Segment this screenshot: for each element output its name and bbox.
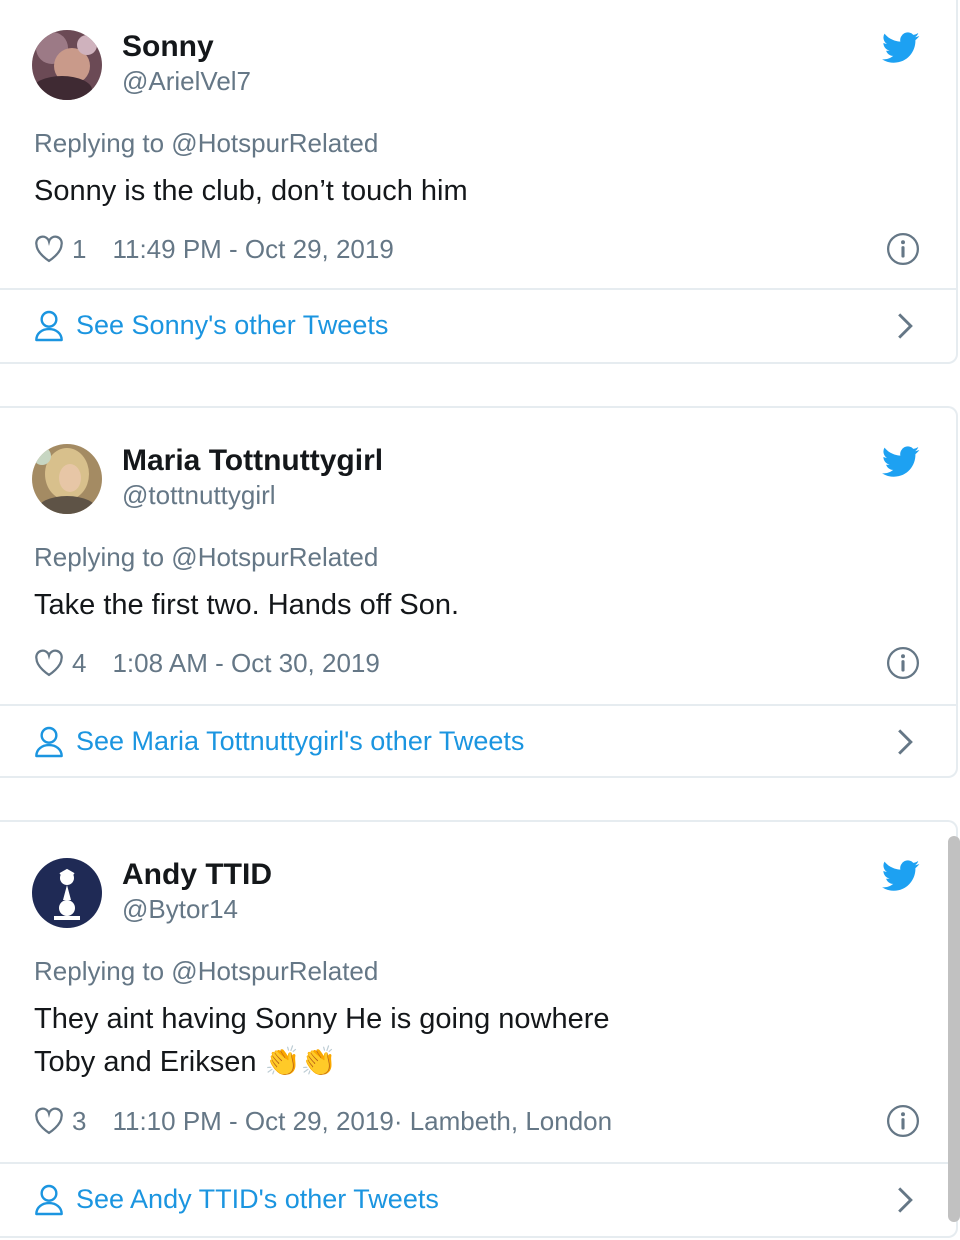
timestamp[interactable]: 11:10 PM - Oct 29, 2019 [112, 1106, 393, 1137]
heart-icon[interactable] [34, 235, 64, 263]
user-handle[interactable]: @tottnuttygirl [122, 480, 276, 511]
tweet-body[interactable]: Sonny @ArielVel7 Replying to @HotspurRel… [0, 0, 956, 290]
avatar[interactable] [32, 858, 102, 928]
avatar-photo-icon [32, 444, 102, 514]
tweet-text: Take the first two. Hands off Son. [34, 584, 734, 627]
avatar[interactable] [32, 30, 102, 100]
see-other-tweets-label: See Andy TTID's other Tweets [76, 1184, 439, 1214]
chevron-right-icon [898, 729, 913, 755]
location[interactable]: · Lambeth, London [394, 1106, 612, 1137]
like-count: 4 [72, 647, 87, 678]
tweet-body[interactable]: Maria Tottnuttygirl @tottnuttygirl Reply… [0, 414, 956, 704]
see-other-tweets-link[interactable]: See Andy TTID's other Tweets [0, 1164, 956, 1236]
display-name[interactable]: Maria Tottnuttygirl [122, 444, 383, 478]
spurs-cockerel-icon [32, 858, 102, 928]
tweet-card: Andy TTID @Bytor14 Replying to @HotspurR… [0, 820, 958, 1238]
user-handle[interactable]: @Bytor14 [122, 894, 238, 925]
tweet-meta: 3 11:10 PM - Oct 29, 2019 · Lambeth, Lon… [34, 1104, 612, 1138]
user-handle[interactable]: @ArielVel7 [122, 66, 251, 97]
twitter-bird-icon[interactable] [882, 860, 920, 892]
see-other-tweets-label: See Sonny's other Tweets [76, 310, 389, 340]
tweet-body[interactable]: Andy TTID @Bytor14 Replying to @HotspurR… [0, 828, 956, 1164]
display-name[interactable]: Andy TTID [122, 858, 272, 892]
avatar[interactable] [32, 444, 102, 514]
tweet-card: Sonny @ArielVel7 Replying to @HotspurRel… [0, 0, 958, 364]
person-icon [35, 726, 63, 758]
twitter-bird-icon[interactable] [882, 32, 920, 64]
see-other-tweets-label: See Maria Tottnuttygirl's other Tweets [76, 726, 525, 756]
like-count: 1 [72, 233, 87, 264]
tweet-text-line: Take the first two. Hands off Son. [34, 589, 460, 621]
replying-to[interactable]: Replying to @HotspurRelated [34, 128, 378, 159]
heart-icon[interactable] [34, 1107, 64, 1135]
display-name[interactable]: Sonny [122, 30, 214, 64]
person-icon [35, 1184, 63, 1216]
chevron-right-icon [898, 313, 913, 339]
info-icon[interactable] [886, 1104, 920, 1138]
tweet-card: Maria Tottnuttygirl @tottnuttygirl Reply… [0, 406, 958, 778]
avatar-photo-icon [32, 30, 102, 100]
like-count: 3 [72, 1105, 87, 1136]
see-other-tweets-link[interactable]: See Sonny's other Tweets [0, 290, 956, 362]
twitter-bird-icon[interactable] [882, 446, 920, 478]
scrollbar[interactable] [948, 836, 960, 1222]
see-other-tweets-link[interactable]: See Maria Tottnuttygirl's other Tweets [0, 706, 956, 778]
replying-to[interactable]: Replying to @HotspurRelated [34, 542, 378, 573]
info-icon[interactable] [886, 232, 920, 266]
chevron-right-icon [898, 1187, 913, 1213]
timestamp[interactable]: 11:49 PM - Oct 29, 2019 [112, 234, 393, 265]
tweet-text-line: Toby and Eriksen 👏👏 [34, 1046, 337, 1078]
info-icon[interactable] [886, 646, 920, 680]
replying-to[interactable]: Replying to @HotspurRelated [34, 956, 378, 987]
heart-icon[interactable] [34, 649, 64, 677]
tweet-meta: 4 1:08 AM - Oct 30, 2019 [34, 646, 380, 680]
tweet-meta: 1 11:49 PM - Oct 29, 2019 [34, 232, 394, 266]
tweet-text-line: They aint having Sonny He is going nowhe… [34, 1003, 610, 1035]
embedded-tweet-feed: Sonny @ArielVel7 Replying to @HotspurRel… [0, 0, 960, 1240]
tweet-text: Sonny is the club, don’t touch him [34, 170, 734, 213]
timestamp[interactable]: 1:08 AM - Oct 30, 2019 [112, 648, 379, 679]
person-icon [35, 310, 63, 342]
tweet-text-line: Sonny is the club, don’t touch him [34, 175, 468, 207]
tweet-text: They aint having Sonny He is going nowhe… [34, 998, 734, 1084]
